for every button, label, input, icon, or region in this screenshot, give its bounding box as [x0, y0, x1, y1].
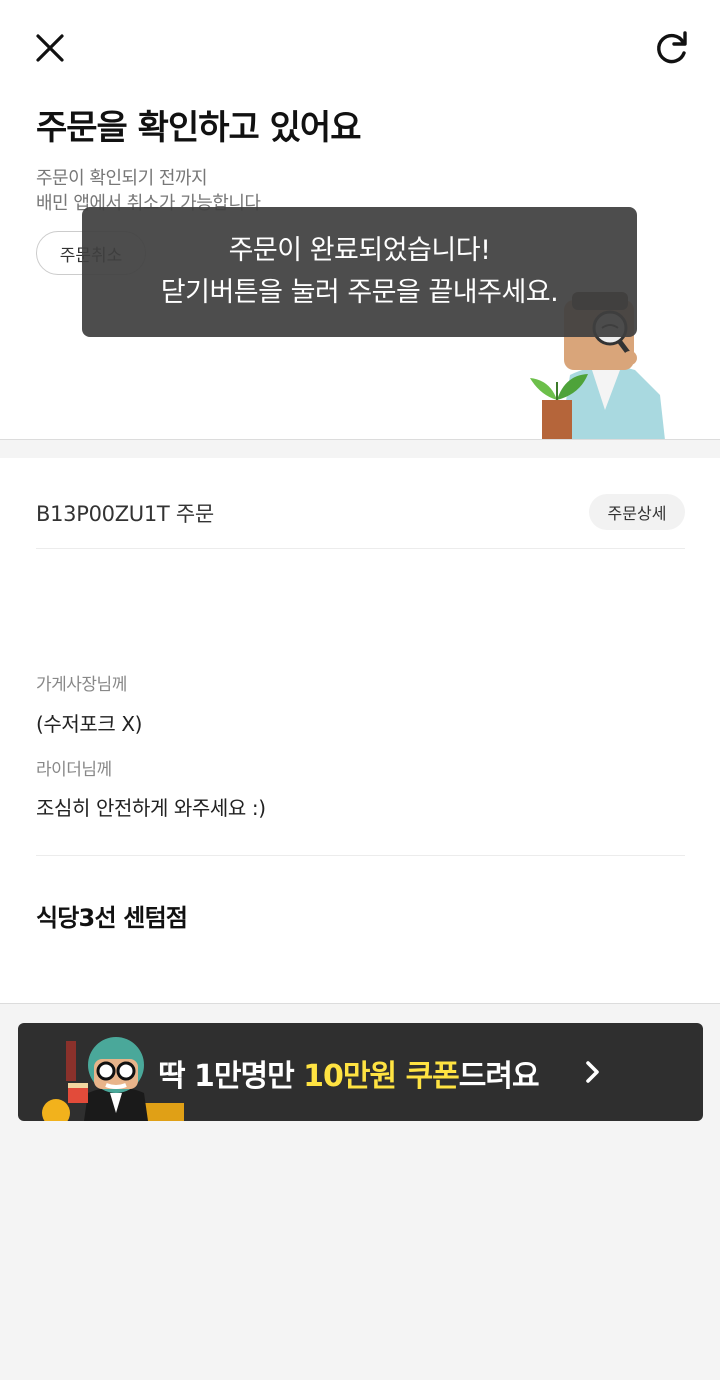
- refresh-button[interactable]: [650, 28, 692, 68]
- coupon-banner[interactable]: 딱 1만명만 10만원 쿠폰드려요: [18, 1023, 703, 1121]
- banner-text-highlight: 10만원 쿠폰: [303, 1059, 460, 1094]
- refresh-icon: [657, 31, 687, 64]
- divider: [36, 548, 685, 549]
- subtitle-line-1: 주문이 확인되기 전까지: [36, 168, 208, 189]
- order-detail-button[interactable]: 주문상세: [589, 494, 685, 530]
- order-complete-toast: 주문이 완료되었습니다! 닫기버튼을 눌러 주문을 끝내주세요.: [82, 207, 637, 337]
- order-number: B13P00ZU1T 주문: [36, 502, 214, 526]
- banner-text-post: 드려요: [458, 1059, 540, 1094]
- banner-text: 딱 1만명만 10만원 쿠폰드려요: [158, 1051, 540, 1095]
- chevron-right-icon: [586, 1061, 599, 1083]
- toast-line-2: 닫기버튼을 눌러 주문을 끝내주세요.: [160, 277, 559, 308]
- rider-request-value: 조심히 안전하게 와주세요 :): [36, 796, 266, 820]
- page-title: 주문을 확인하고 있어요: [36, 108, 361, 148]
- store-name[interactable]: 식당3선 센텀점: [36, 898, 188, 933]
- owner-request-value: (수저포크 X): [36, 712, 143, 736]
- owner-request-label: 가게사장님께: [36, 675, 127, 695]
- rider-request-label: 라이더님께: [36, 760, 112, 780]
- close-icon: [36, 34, 64, 62]
- toast-line-1: 주문이 완료되었습니다!: [228, 235, 491, 266]
- banner-text-pre: 딱 1만명만: [158, 1059, 304, 1094]
- divider: [36, 855, 685, 856]
- order-detail-card: B13P00ZU1T 주문 주문상세 가게사장님께 (수저포크 X) 라이더님께…: [0, 458, 720, 1004]
- close-button[interactable]: [30, 28, 70, 68]
